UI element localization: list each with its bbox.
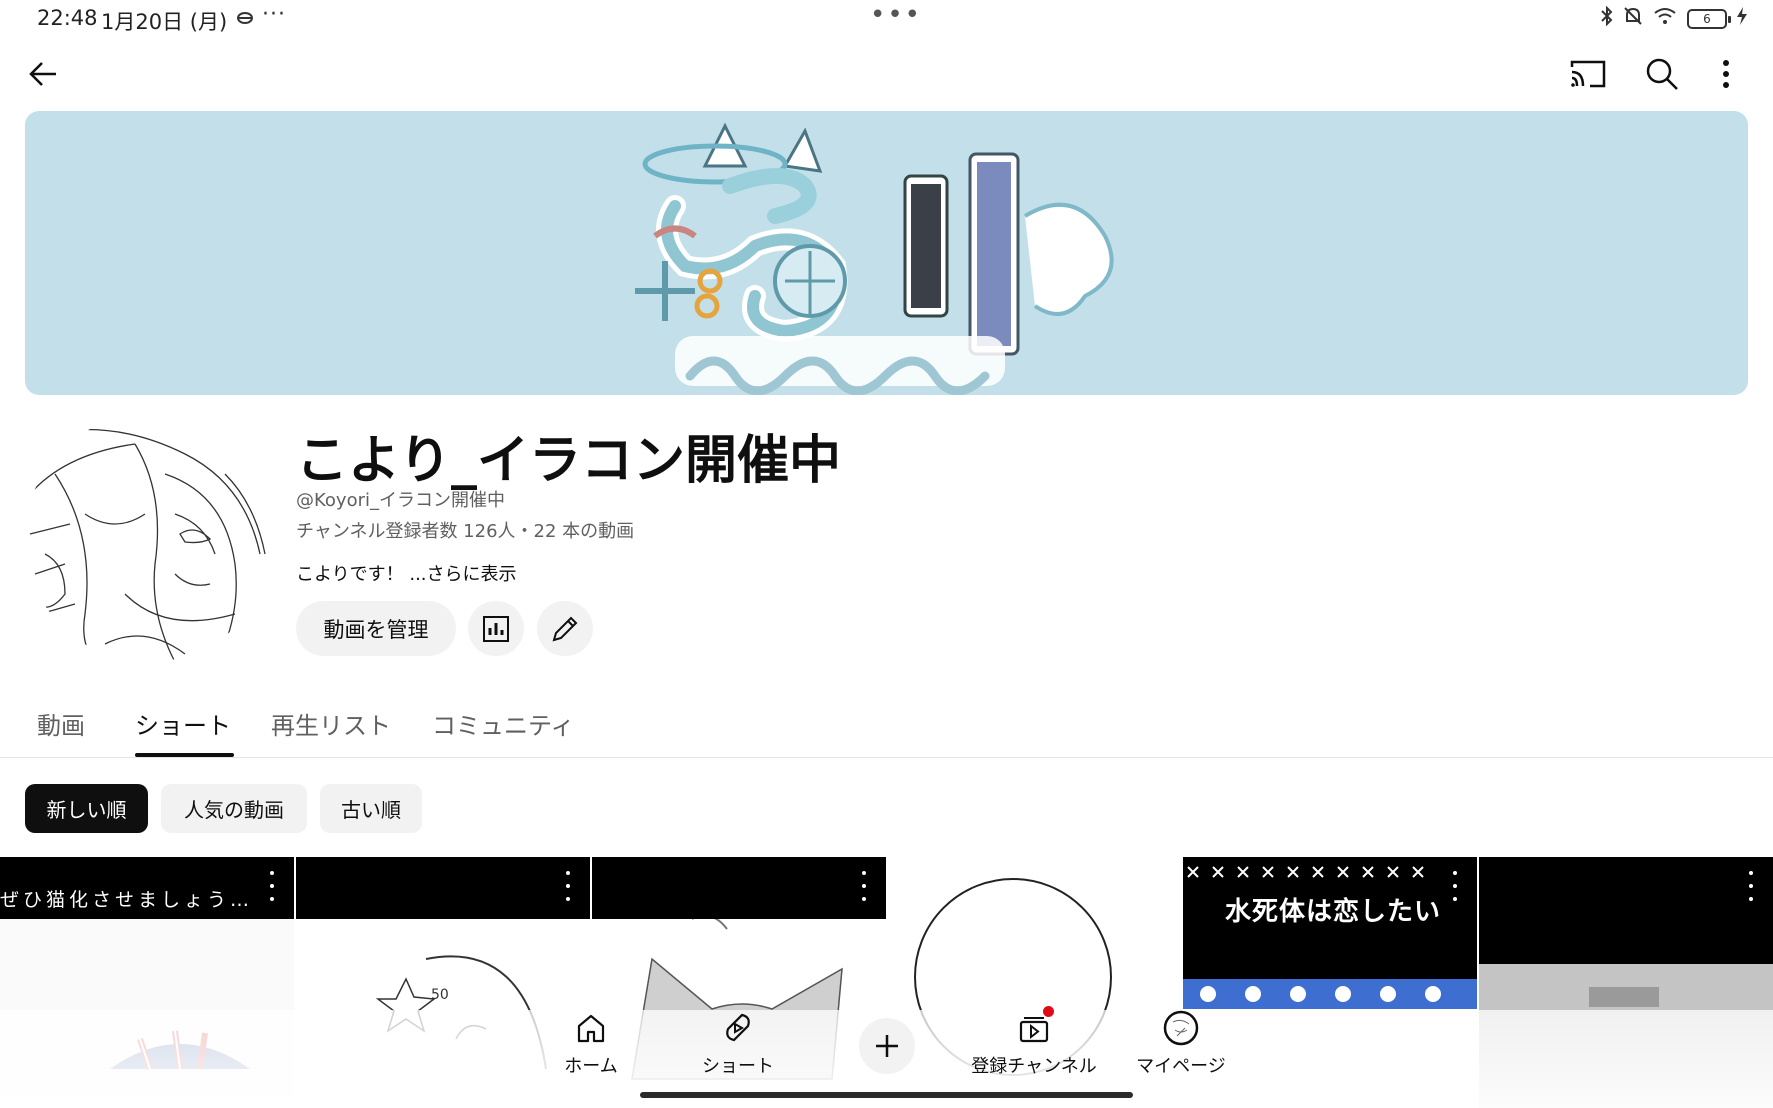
analytics-button[interactable]: [468, 601, 524, 656]
nav-shorts-label: ショート: [702, 1056, 774, 1077]
banner-logo-art: [635, 122, 1114, 395]
tab-videos[interactable]: 動画: [37, 706, 85, 741]
pencil-icon: [552, 616, 578, 641]
more-vert-icon: [1723, 60, 1729, 88]
short-thumbnail-header: [592, 857, 886, 919]
show-more-link[interactable]: ...さらに表示: [404, 564, 516, 585]
status-icons: 6: [1601, 5, 1747, 31]
create-button[interactable]: [859, 1018, 915, 1074]
battery-icon: 6: [1687, 8, 1731, 29]
cast-icon: [1570, 60, 1606, 88]
arrow-left-icon: [29, 62, 56, 86]
short-caption: ぜひ猫化させましょう…: [0, 889, 254, 911]
search-icon: [1646, 58, 1678, 90]
bar-chart-icon: [483, 615, 509, 642]
short-more-button[interactable]: [1443, 871, 1467, 901]
mute-bell-icon: [1623, 6, 1643, 31]
nav-subscriptions[interactable]: 登録チャンネル: [969, 1006, 1099, 1092]
filter-popular[interactable]: 人気の動画: [161, 784, 307, 833]
nav-shorts[interactable]: ショート: [673, 1010, 803, 1092]
youtube-channel-page: 22:48 1月20日 (月) ··· ••• 6 こより_イラコン開催中 @K…: [0, 0, 1773, 1108]
active-tab-indicator: [135, 753, 234, 757]
cast-button[interactable]: [1560, 46, 1616, 102]
manage-videos-button[interactable]: 動画を管理: [296, 601, 456, 656]
description-text: こよりです！: [296, 564, 404, 585]
channel-name: こより_イラコン開催中: [296, 431, 841, 491]
channel-handle: @Koyori_イラコン開催中: [296, 490, 505, 511]
short-caption: 水死体は恋したい: [1225, 897, 1442, 927]
nav-home-label: ホーム: [564, 1056, 618, 1077]
channel-stats: チャンネル登録者数 126人・22 本の動画: [296, 521, 635, 542]
gesture-home-indicator[interactable]: [640, 1092, 1133, 1098]
nav-subscriptions-label: 登録チャンネル: [971, 1056, 1097, 1077]
short-thumbnail-header: [296, 857, 590, 919]
bluetooth-icon: [1601, 5, 1613, 31]
plus-icon: [876, 1035, 898, 1057]
top-app-bar: [0, 46, 1773, 102]
short-more-button[interactable]: [556, 871, 580, 901]
multitask-dots[interactable]: •••: [870, 0, 922, 30]
svg-text:50: 50: [431, 987, 449, 1003]
home-icon: [573, 1010, 609, 1046]
status-bar: 22:48 1月20日 (月) ··· ••• 6: [0, 0, 1773, 38]
new-content-badge: [1043, 1006, 1054, 1017]
channel-tabs: 動画 ショート 再生リスト コミュニティ: [0, 690, 1773, 758]
channel-banner: [25, 111, 1748, 395]
status-time: 22:48: [37, 6, 98, 30]
nav-you-label: マイページ: [1136, 1056, 1226, 1077]
back-button[interactable]: [15, 46, 71, 102]
tab-community[interactable]: コミュニティ: [432, 706, 575, 741]
subscriptions-icon: [1016, 1006, 1054, 1046]
status-date: 1月20日 (月): [101, 10, 228, 34]
more-options-button[interactable]: [1698, 46, 1754, 102]
filter-newest[interactable]: 新しい順: [25, 784, 148, 833]
search-button[interactable]: [1634, 46, 1690, 102]
short-more-button[interactable]: [1739, 871, 1763, 901]
tab-shorts[interactable]: ショート: [135, 706, 231, 741]
status-more-dots: ···: [262, 2, 286, 27]
avatar-sketch-image: [29, 428, 266, 662]
nav-you[interactable]: マイページ: [1116, 1010, 1246, 1092]
short-more-button[interactable]: [260, 871, 284, 901]
edit-channel-button[interactable]: [537, 601, 593, 656]
profile-avatar-icon: [1163, 1010, 1199, 1046]
channel-description[interactable]: こよりです！ ...さらに表示: [296, 560, 517, 586]
nav-home[interactable]: ホーム: [526, 1010, 656, 1092]
wifi-icon: [1653, 7, 1677, 30]
notification-icon: [236, 10, 254, 29]
channel-avatar[interactable]: [25, 414, 273, 662]
charging-icon: [1737, 7, 1747, 30]
short-more-button[interactable]: [852, 871, 876, 901]
tab-playlists[interactable]: 再生リスト: [271, 706, 391, 741]
shorts-icon: [720, 1010, 756, 1046]
filter-oldest[interactable]: 古い順: [320, 784, 422, 833]
